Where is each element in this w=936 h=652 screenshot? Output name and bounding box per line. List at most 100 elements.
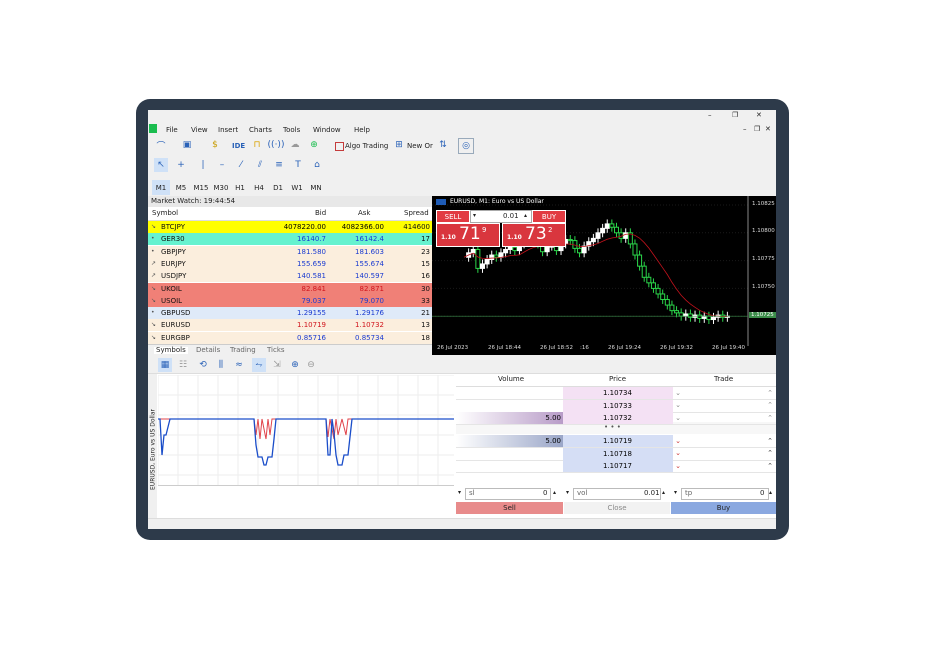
timeframe-mn[interactable]: MN — [307, 180, 325, 195]
buy-price-button[interactable]: 1.10 73 2 — [502, 223, 566, 247]
zoom-out-icon[interactable]: ⊖ — [304, 358, 318, 372]
lock-icon[interactable]: ⊓ — [250, 138, 264, 152]
buy-limit-icon[interactable]: ⌃ — [766, 461, 774, 470]
market-watch-row[interactable]: • GER30 16140.7 16142.4 17 — [148, 233, 432, 246]
market-watch-row[interactable]: ↘ EURGBP 0.85716 0.85734 18 — [148, 331, 432, 344]
screenshot-icon[interactable]: ◎ — [458, 138, 474, 154]
dom-bid-row[interactable]: 5.00 1.10719 ⌄ ⌃ — [456, 435, 776, 448]
menu-help[interactable]: Help — [354, 126, 370, 134]
market-watch-row[interactable]: • GBPUSD 1.29155 1.29176 21 — [148, 307, 432, 320]
sell-button[interactable]: SELL — [436, 210, 470, 223]
timeframe-m1[interactable]: M1 — [152, 180, 170, 195]
market-watch-row[interactable]: ↘ UKOIL 82.841 82.871 30 — [148, 282, 432, 295]
tab-ticks[interactable]: Ticks — [267, 347, 285, 354]
sell-limit-icon[interactable]: ⌄ — [674, 413, 682, 422]
price-chart[interactable]: EURUSD, M1: Euro vs US Dollar SELL ▾ 0.0… — [432, 196, 776, 355]
market-watch-row[interactable]: ↗ EURJPY 155.659 155.674 15 — [148, 257, 432, 270]
shapes-icon[interactable]: ⌂ — [310, 158, 324, 172]
column-symbol[interactable]: Symbol — [152, 210, 178, 217]
dom-ask-row[interactable]: 1.10733 ⌄ ⌃ — [456, 399, 776, 413]
cursor-icon[interactable]: ↖ — [154, 158, 168, 172]
new-chart-icon[interactable]: ▣ — [180, 138, 194, 152]
minimize-button[interactable]: – — [708, 112, 712, 119]
column-spread[interactable]: Spread — [404, 210, 429, 217]
new-order-button[interactable]: New Or — [407, 143, 433, 150]
menu-tools[interactable]: Tools — [283, 126, 300, 134]
sell-limit-icon[interactable]: ⌄ — [674, 388, 682, 397]
timeframe-w1[interactable]: W1 — [288, 180, 306, 195]
vol-up-arrow[interactable]: ▴ — [662, 490, 665, 496]
channel-icon[interactable]: ⫽ — [253, 158, 267, 172]
ide-button[interactable]: IDE — [232, 143, 245, 150]
tp-up-arrow[interactable]: ▴ — [769, 490, 772, 496]
sell-limit-icon[interactable]: ⌄ — [674, 449, 682, 458]
dom-ask-row[interactable]: 5.00 1.10732 ⌄ ⌃ — [456, 412, 776, 425]
lot-up-arrow[interactable]: ▴ — [524, 213, 527, 219]
globe-icon[interactable]: ⊕ — [307, 138, 321, 152]
trendline-icon[interactable]: ⁄ — [234, 158, 248, 172]
tp-down-arrow[interactable]: ▾ — [674, 490, 677, 496]
close-subwindow-icon[interactable]: ✕ — [765, 125, 771, 133]
algo-trading-checkbox[interactable] — [335, 142, 344, 151]
buy-limit-icon[interactable]: ⌃ — [766, 449, 774, 458]
depth-of-market-icon[interactable]: ⇅ — [436, 138, 450, 152]
dom-separator-dots[interactable]: • • • — [604, 424, 621, 431]
strategy-tester-icon[interactable]: $ — [208, 138, 222, 152]
timeframe-h4[interactable]: H4 — [250, 180, 268, 195]
timeframe-m30[interactable]: M30 — [211, 180, 231, 195]
cloud-icon[interactable]: ☁ — [288, 138, 302, 152]
market-watch-row[interactable]: ↘ EURUSD 1.10719 1.10732 13 — [148, 319, 432, 332]
histogram-icon[interactable]: ⥊ — [252, 358, 266, 372]
sell-limit-icon[interactable]: ⌄ — [674, 401, 682, 410]
chart-view-icon[interactable]: ▦ — [158, 358, 172, 372]
tab-symbols[interactable]: Symbols — [154, 347, 188, 354]
timeframe-h1[interactable]: H1 — [231, 180, 249, 195]
menu-insert[interactable]: Insert — [218, 126, 238, 134]
menu-file[interactable]: File — [166, 126, 178, 134]
timeframe-m15[interactable]: M15 — [191, 180, 211, 195]
sl-input[interactable]: sl 0 — [465, 488, 551, 500]
horizontal-line-icon[interactable]: – — [215, 158, 229, 172]
crosshair-icon[interactable]: + — [174, 158, 188, 172]
menu-window[interactable]: Window — [313, 126, 341, 134]
text-icon[interactable]: T — [291, 158, 305, 172]
tp-input[interactable]: tp 0 — [681, 488, 769, 500]
signals-icon[interactable]: ((·)) — [268, 138, 285, 152]
restore-subwindow-icon[interactable]: – — [743, 125, 747, 133]
maximize-button[interactable]: ❐ — [732, 112, 738, 119]
ticks-icon[interactable]: ⟲ — [196, 358, 210, 372]
chart-type-icon[interactable]: ⌒ — [154, 138, 168, 152]
dom-sell-button[interactable]: Sell — [456, 502, 563, 514]
buy-button[interactable]: BUY — [532, 210, 566, 223]
tick-chart[interactable] — [158, 375, 454, 485]
lot-size-input[interactable]: ▾ 0.01 ▴ — [470, 210, 532, 223]
sell-limit-icon[interactable]: ⌄ — [674, 436, 682, 445]
buy-limit-icon[interactable]: ⌃ — [766, 401, 774, 410]
fibonacci-icon[interactable]: ≡ — [272, 158, 286, 172]
column-ask[interactable]: Ask — [358, 210, 371, 217]
timeframe-m5[interactable]: M5 — [172, 180, 190, 195]
new-order-icon[interactable]: ⊞ — [392, 138, 406, 152]
dom-ask-row[interactable]: 1.10734 ⌄ ⌃ — [456, 387, 776, 400]
dom-bid-row[interactable]: 1.10718 ⌄ ⌃ — [456, 447, 776, 461]
volume-input[interactable]: vol 0.01 — [573, 488, 661, 500]
dom-buy-button[interactable]: Buy — [671, 502, 776, 514]
market-watch-row[interactable]: ↘ USOIL 79.037 79.070 33 — [148, 294, 432, 307]
buy-limit-icon[interactable]: ⌃ — [766, 436, 774, 445]
algo-trading-button[interactable]: Algo Trading — [345, 143, 388, 150]
maximize-subwindow-icon[interactable]: ❐ — [754, 125, 760, 133]
tab-details[interactable]: Details — [196, 347, 220, 354]
lot-down-arrow[interactable]: ▾ — [473, 213, 476, 219]
dom-bid-row[interactable]: 1.10717 ⌄ ⌃ — [456, 460, 776, 473]
column-bid[interactable]: Bid — [315, 210, 326, 217]
sell-limit-icon[interactable]: ⌄ — [674, 461, 682, 470]
auto-scroll-icon[interactable]: ⇲ — [270, 358, 284, 372]
sell-price-button[interactable]: 1.10 71 9 — [436, 223, 500, 247]
menu-view[interactable]: View — [191, 126, 208, 134]
columns-icon[interactable]: ⫼ — [214, 358, 228, 372]
close-button[interactable]: ✕ — [756, 112, 762, 119]
sl-up-arrow[interactable]: ▴ — [553, 490, 556, 496]
menu-charts[interactable]: Charts — [249, 126, 272, 134]
vol-down-arrow[interactable]: ▾ — [566, 490, 569, 496]
tab-trading[interactable]: Trading — [230, 347, 256, 354]
